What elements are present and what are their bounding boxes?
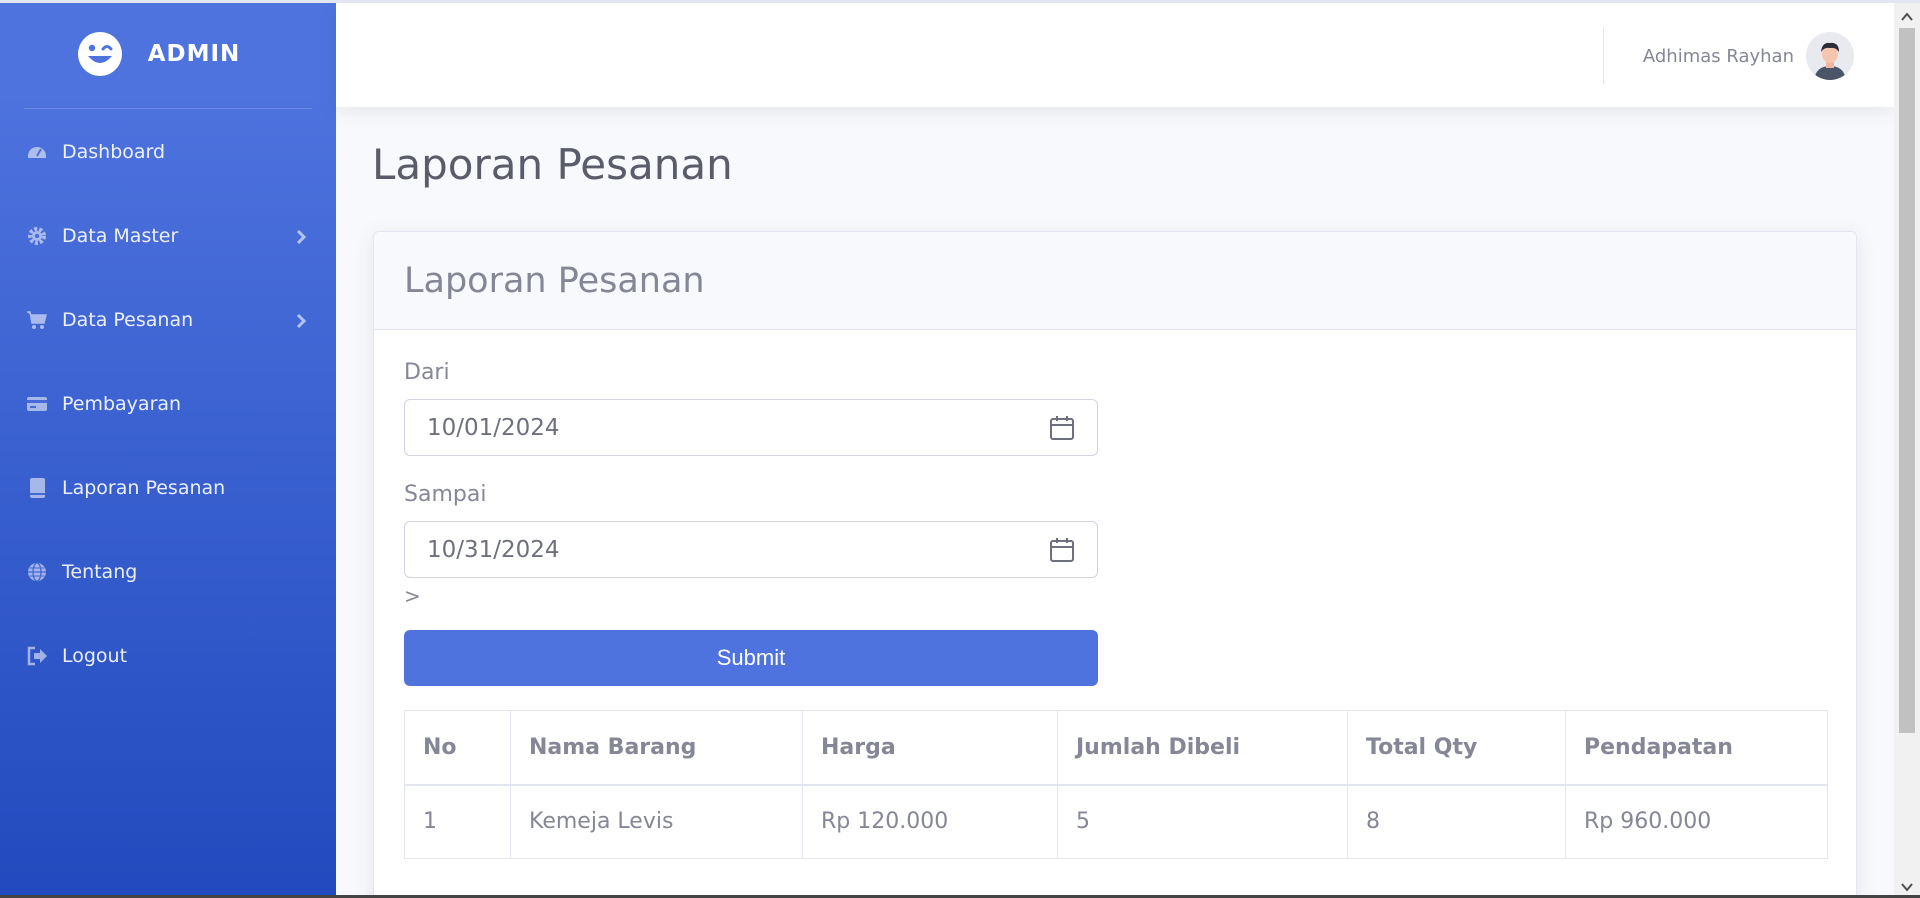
report-table: No Nama Barang Harga Jumlah Dibeli Total… [404, 710, 1828, 859]
top-border [0, 0, 1920, 3]
laugh-wink-icon [76, 30, 124, 78]
sidebar-item-label: Dashboard [62, 141, 166, 163]
column-header[interactable]: Harga [802, 710, 1058, 786]
card-title: Laporan Pesanan [404, 260, 705, 301]
sidebar-nav: Dashboard Data Master Data Pesanan Pemba… [0, 110, 336, 698]
topbar: Adhimas Rayhan [336, 3, 1894, 107]
card-header: Laporan Pesanan [374, 232, 1856, 330]
globe-icon [26, 561, 48, 583]
vertical-scrollbar[interactable] [1894, 0, 1920, 898]
sidebar-item-label: Data Pesanan [62, 309, 194, 331]
user-dropdown[interactable]: Adhimas Rayhan [1643, 32, 1854, 80]
chevron-right-icon [294, 313, 308, 329]
table-row: 1 Kemeja Levis Rp 120.000 5 8 Rp 960.000 [404, 784, 1828, 859]
column-header[interactable]: Nama Barang [510, 710, 803, 786]
sidebar-item-data-pesanan[interactable]: Data Pesanan [0, 278, 336, 362]
sidebar-item-label: Data Master [62, 225, 179, 247]
scroll-down-icon[interactable] [1901, 878, 1913, 892]
column-header[interactable]: No [404, 710, 511, 786]
from-date-value: 10/01/2024 [427, 414, 560, 441]
brand-name: ADMIN [147, 41, 241, 67]
credit-card-icon [26, 393, 48, 415]
logout-icon [26, 645, 48, 667]
report-card: Laporan Pesanan Dari 10/01/2024 Sampai 1… [373, 231, 1857, 898]
sidebar-item-tentang[interactable]: Tentang [0, 530, 336, 614]
sidebar: ADMIN Dashboard Data Master Data Pesanan [0, 0, 336, 898]
column-header[interactable]: Pendapatan [1565, 710, 1828, 786]
sidebar-item-dashboard[interactable]: Dashboard [0, 110, 336, 194]
sidebar-item-label: Pembayaran [62, 393, 182, 415]
column-header[interactable]: Total Qty [1347, 710, 1566, 786]
table-cell: 8 [1347, 784, 1566, 859]
to-date-input[interactable]: 10/31/2024 [404, 521, 1098, 578]
from-date-label: Dari [404, 360, 450, 385]
sidebar-item-logout[interactable]: Logout [0, 614, 336, 698]
to-date-label: Sampai [404, 482, 487, 507]
table-cell: 5 [1057, 784, 1348, 859]
sidebar-brand[interactable]: ADMIN [0, 0, 336, 108]
dashboard-icon [26, 141, 48, 163]
calendar-icon[interactable] [1049, 415, 1075, 441]
column-header[interactable]: Jumlah Dibeli [1057, 710, 1348, 786]
table-cell: Rp 120.000 [802, 784, 1058, 859]
avatar [1806, 32, 1854, 80]
sidebar-item-data-master[interactable]: Data Master [0, 194, 336, 278]
cart-icon [26, 309, 48, 331]
from-date-input[interactable]: 10/01/2024 [404, 399, 1098, 456]
submit-button[interactable]: Submit [404, 630, 1098, 686]
sidebar-item-label: Laporan Pesanan [62, 477, 226, 499]
card-body: Dari 10/01/2024 Sampai 10/31/2024 > Subm… [374, 330, 1856, 889]
sidebar-divider [24, 108, 312, 109]
calendar-icon[interactable] [1049, 537, 1075, 563]
table-cell: Kemeja Levis [510, 784, 803, 859]
chevron-right-icon [294, 229, 308, 245]
book-icon [26, 477, 48, 499]
scroll-up-icon[interactable] [1901, 8, 1913, 21]
table-header-row: No Nama Barang Harga Jumlah Dibeli Total… [404, 710, 1828, 786]
scrollbar-thumb[interactable] [1899, 28, 1915, 733]
table-cell: Rp 960.000 [1565, 784, 1828, 859]
table-cell: 1 [404, 784, 511, 859]
stray-text: > [404, 584, 421, 608]
gear-icon [26, 225, 48, 247]
sidebar-item-laporan-pesanan[interactable]: Laporan Pesanan [0, 446, 336, 530]
sidebar-item-pembayaran[interactable]: Pembayaran [0, 362, 336, 446]
sidebar-item-label: Tentang [62, 561, 138, 583]
to-date-value: 10/31/2024 [427, 536, 560, 563]
page-title: Laporan Pesanan [372, 140, 733, 189]
sidebar-item-label: Logout [62, 645, 128, 667]
user-name: Adhimas Rayhan [1642, 45, 1794, 67]
topbar-divider [1603, 27, 1604, 84]
